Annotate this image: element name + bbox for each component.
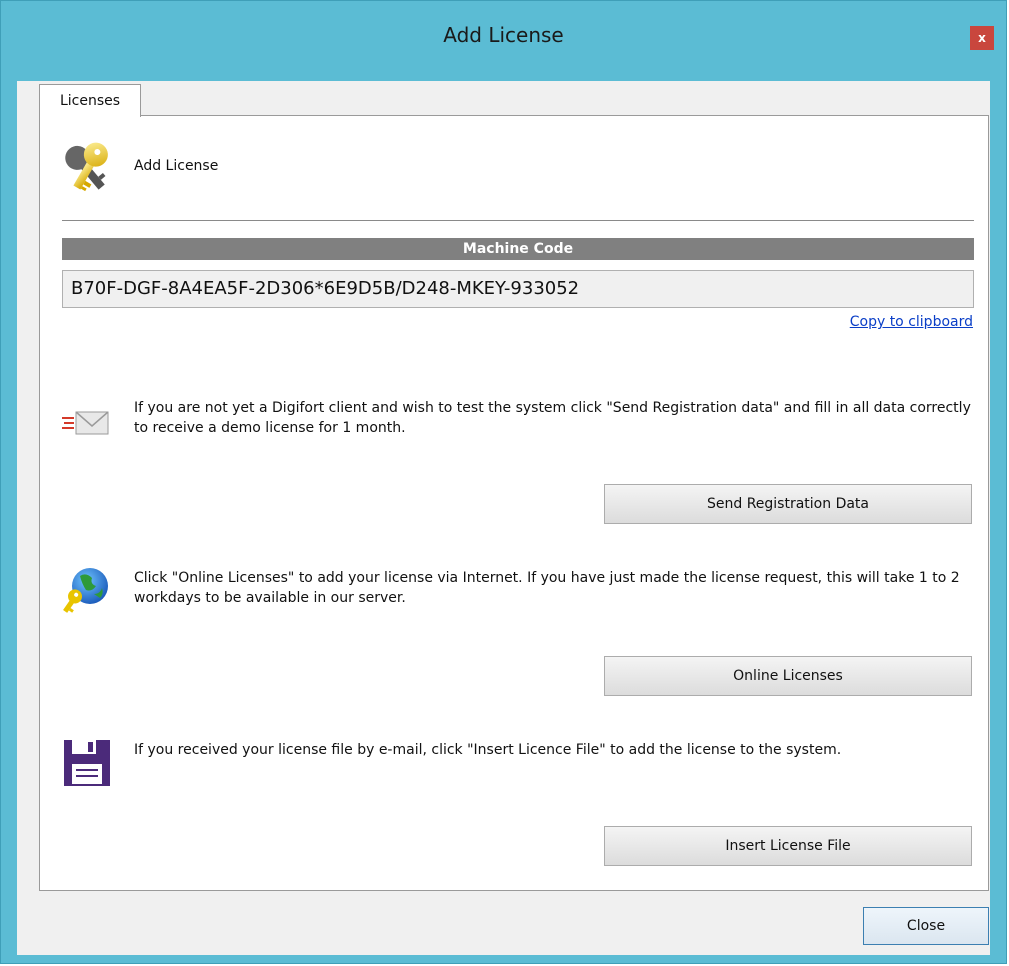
insert-license-file-button[interactable]: Insert License File [604,826,972,866]
machine-code-heading: Machine Code [62,238,974,260]
registration-info-text: If you are not yet a Digifort client and… [134,400,971,436]
header-divider [62,220,974,221]
online-licenses-info-text: Click "Online Licenses" to add your lice… [134,570,960,606]
window-close-button[interactable]: x [970,26,994,50]
send-registration-data-button[interactable]: Send Registration Data [604,484,972,524]
machine-code-field[interactable]: B70F-DGF-8A4EA5F-2D306*6E9D5B/D248-MKEY-… [62,270,974,308]
licenses-tab-panel: Add License Machine Code B70F-DGF-8A4EA5… [39,115,989,891]
online-licenses-button[interactable]: Online Licenses [604,656,972,696]
window-title: Add License [443,23,564,47]
tab-licenses[interactable]: Licenses [39,84,141,117]
copy-to-clipboard-link[interactable]: Copy to clipboard [850,314,973,330]
title-bar[interactable]: Add License x [1,1,1006,81]
dialog-client-area: Licenses Add License Machine Code B70F-D… [17,81,990,955]
add-license-window: Add License x Licenses Add License Machi… [0,0,1007,964]
license-file-info-text: If you received your license file by e-m… [134,742,842,758]
email-icon [62,411,109,435]
key-icon [65,142,108,192]
floppy-disk-icon [64,740,110,786]
globe-key-icon [63,568,108,613]
close-button[interactable]: Close [863,907,989,945]
header-label: Add License [134,158,219,174]
